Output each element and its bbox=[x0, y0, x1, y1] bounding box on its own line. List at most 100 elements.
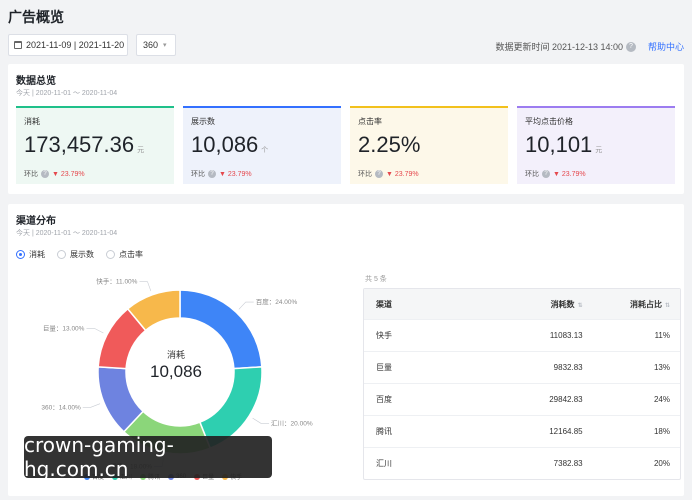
compare-change: ▼ 23.79% bbox=[553, 170, 586, 178]
compare-label: 环比 bbox=[191, 171, 205, 178]
question-icon[interactable]: ? bbox=[41, 170, 49, 178]
cell-share: 20% bbox=[653, 459, 670, 468]
channel-select[interactable]: 360 ▾ bbox=[136, 34, 176, 56]
compare-change: ▼ 23.79% bbox=[219, 170, 252, 178]
metric-label: 平均点击价格 bbox=[525, 117, 573, 126]
cell-share: 13% bbox=[653, 363, 670, 372]
cell-cost: 11083.13 bbox=[549, 331, 583, 340]
update-info: 数据更新时间 2021-12-13 14:00 ? bbox=[495, 40, 636, 53]
header-cost-label: 消耗数 bbox=[550, 299, 575, 309]
metric-value-number: 2.25% bbox=[358, 132, 421, 157]
table-row: 巨量 9832.83 13% bbox=[364, 351, 680, 383]
slice-label-line bbox=[82, 403, 101, 408]
metric-compare: 环比 ? ▼ 23.79% bbox=[358, 169, 500, 179]
cell-cost: 9832.83 bbox=[553, 363, 583, 372]
radio-label: 展示数 bbox=[70, 250, 94, 259]
date-range-text: 2021-11-09 | 2021-11-20 bbox=[26, 40, 125, 50]
slice-label-line bbox=[139, 281, 152, 292]
date-range-picker[interactable]: 2021-11-09 | 2021-11-20 bbox=[8, 34, 128, 56]
summary-card: 数据总览 今天 | 2020-11-01 ～ 2020-11-04 消耗 173… bbox=[8, 64, 684, 194]
cell-cost: 7382.83 bbox=[553, 459, 583, 468]
metric-value: 2.25% bbox=[358, 133, 500, 163]
cell-share: 11% bbox=[654, 331, 670, 340]
question-icon[interactable]: ? bbox=[375, 170, 383, 178]
slice-label: 百度：24.00% bbox=[256, 297, 298, 306]
radio-cost[interactable]: 消耗 bbox=[16, 249, 45, 260]
table-body: 快手 11083.13 11% 巨量 9832.83 13% 百度 29842.83 24% 腾讯… bbox=[364, 319, 680, 479]
compare-change: ▼ 23.79% bbox=[386, 170, 419, 178]
metric-radio-group: 消耗 展示数 点击率 bbox=[16, 249, 143, 260]
radio-label: 消耗 bbox=[29, 250, 45, 259]
radio-impressions[interactable]: 展示数 bbox=[57, 249, 94, 260]
radio-dot[interactable] bbox=[16, 250, 25, 259]
radio-dot[interactable] bbox=[106, 250, 115, 259]
compare-label: 环比 bbox=[24, 171, 38, 178]
compare-label: 环比 bbox=[525, 171, 539, 178]
table-header: 渠道 消耗数 ⇅ 消耗占比 ⇅ bbox=[364, 289, 680, 319]
channel-table: 渠道 消耗数 ⇅ 消耗占比 ⇅ 快手 11083.13 11% 巨量 9832.83 13% 百… bbox=[363, 288, 681, 480]
header-cost[interactable]: 消耗数 ⇅ bbox=[483, 299, 583, 310]
cell-channel: 百度 bbox=[376, 395, 392, 404]
calendar-icon bbox=[14, 41, 22, 49]
metric-unit: 个 bbox=[261, 147, 269, 154]
help-center-link[interactable]: 帮助中心 bbox=[648, 40, 684, 53]
metric-compare: 环比 ? ▼ 23.79% bbox=[191, 169, 333, 179]
table-row: 百度 29842.83 24% bbox=[364, 383, 680, 415]
metric-unit: 元 bbox=[137, 147, 145, 154]
header-share[interactable]: 消耗占比 ⇅ bbox=[583, 299, 680, 310]
table-row: 快手 11083.13 11% bbox=[364, 319, 680, 351]
update-time-text: 数据更新时间 2021-12-13 14:00 bbox=[495, 42, 623, 52]
metric-value-number: 173,457.36 bbox=[24, 132, 135, 157]
table-row: 腾讯 12164.85 18% bbox=[364, 415, 680, 447]
metric-value: 173,457.36 元 bbox=[24, 133, 166, 163]
metric-compare: 环比 ? ▼ 23.79% bbox=[24, 169, 166, 179]
compare-change: ▼ 23.79% bbox=[52, 170, 85, 178]
table-row: 汇川 7382.83 20% bbox=[364, 447, 680, 479]
metric-card-cost[interactable]: 消耗 173,457.36 元 环比 ? ▼ 23.79% bbox=[16, 106, 174, 184]
cell-channel: 腾讯 bbox=[376, 427, 392, 436]
watermark: crown-gaming-hg.com.cn bbox=[24, 433, 272, 481]
radio-dot[interactable] bbox=[57, 250, 66, 259]
donut-center-label: 消耗 bbox=[166, 350, 185, 360]
question-icon[interactable]: ? bbox=[542, 170, 550, 178]
metric-card-impressions[interactable]: 展示数 10,086 个 环比 ? ▼ 23.79% bbox=[183, 106, 341, 184]
slice-label: 巨量：13.00% bbox=[43, 324, 85, 332]
radio-label: 点击率 bbox=[119, 250, 143, 259]
cell-channel: 快手 bbox=[376, 331, 392, 340]
metric-compare: 环比 ? ▼ 23.79% bbox=[525, 169, 667, 179]
channel-subtitle: 今天 | 2020-11-01 ～ 2020-11-04 bbox=[16, 230, 118, 237]
slice-label: 汇川：20.00% bbox=[271, 419, 313, 427]
channel-title: 渠道分布 bbox=[16, 216, 56, 227]
slice-label-line bbox=[252, 417, 270, 424]
compare-label: 环比 bbox=[358, 171, 372, 178]
metric-value: 10,101 元 bbox=[525, 133, 667, 163]
question-icon[interactable]: ? bbox=[626, 41, 636, 52]
metric-card-avg-cpc[interactable]: 平均点击价格 10,101 元 环比 ? ▼ 23.79% bbox=[517, 106, 675, 184]
toolbar: 2021-11-09 | 2021-11-20 360 ▾ 数据更新时间 202… bbox=[8, 34, 684, 58]
donut-center-value: 10,086 bbox=[150, 362, 202, 381]
slice-label-line bbox=[86, 328, 104, 334]
metric-label: 消耗 bbox=[24, 117, 40, 126]
slice-label: 快手：11.00% bbox=[96, 277, 137, 286]
metric-unit: 元 bbox=[595, 147, 603, 154]
metric-value-number: 10,086 bbox=[191, 132, 259, 157]
header-share-label: 消耗占比 bbox=[629, 299, 662, 309]
header-channel: 渠道 bbox=[376, 299, 392, 309]
radio-ctr[interactable]: 点击率 bbox=[106, 249, 143, 260]
page-title: 广告概览 bbox=[8, 9, 64, 25]
channel-select-value: 360 bbox=[143, 40, 159, 50]
cell-channel: 汇川 bbox=[376, 459, 392, 468]
metric-label: 展示数 bbox=[191, 117, 215, 126]
slice-label-line bbox=[238, 301, 254, 310]
cell-share: 24% bbox=[653, 395, 670, 404]
chevron-down-icon: ▾ bbox=[163, 42, 167, 49]
metric-value: 10,086 个 bbox=[191, 133, 333, 163]
slice-label: 360：14.00% bbox=[41, 404, 81, 411]
metric-card-ctr[interactable]: 点击率 2.25% 环比 ? ▼ 23.79% bbox=[350, 106, 508, 184]
cell-cost: 12164.85 bbox=[549, 427, 583, 436]
summary-subtitle: 今天 | 2020-11-01 ～ 2020-11-04 bbox=[16, 90, 118, 97]
cell-cost: 29842.83 bbox=[549, 395, 583, 404]
sort-icon[interactable]: ⇅ bbox=[665, 303, 670, 309]
cell-channel: 巨量 bbox=[376, 363, 392, 372]
question-icon[interactable]: ? bbox=[208, 170, 216, 178]
